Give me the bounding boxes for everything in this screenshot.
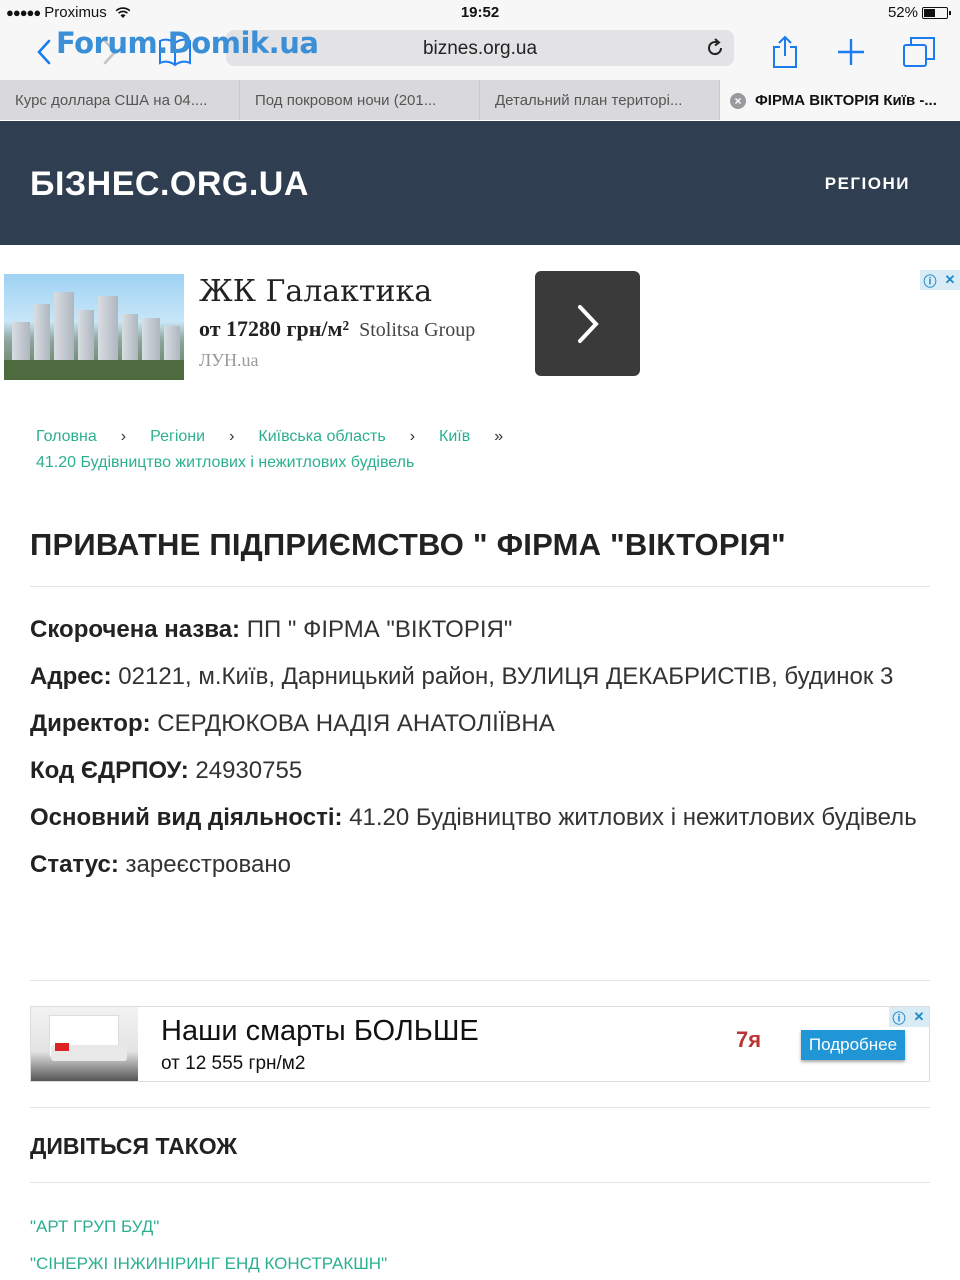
- breadcrumb-separator: ›: [120, 428, 127, 445]
- page-title: ПРИВАТНЕ ПІДПРИЄМСТВО " ФІРМА "ВІКТОРІЯ": [30, 527, 786, 562]
- see-also-link[interactable]: "АРТ ГРУП БУД": [30, 1208, 387, 1245]
- ad-banner-top[interactable]: ЖК Галактика от 17280 грн/м² Stolitsa Gro…: [0, 266, 960, 386]
- field-activity: Основний вид діяльності: 41.20 Будівницт…: [30, 800, 930, 835]
- tab-strip: Курс доллара США на 04.... Под покровом …: [0, 80, 960, 120]
- plus-icon: [838, 39, 864, 65]
- info-icon[interactable]: ⓘ: [920, 270, 940, 290]
- tab-title: Под покровом ночи (201...: [255, 92, 437, 109]
- breadcrumb-separator: ›: [229, 428, 235, 445]
- see-also-title: ДИВІТЬСЯ ТАКОЖ: [30, 1133, 238, 1159]
- divider: [30, 980, 930, 981]
- field-director: Директор: СЕРДЮКОВА НАДІЯ АНАТОЛІЇВНА: [30, 706, 930, 741]
- breadcrumb: Головна › Регіони › Київська область › К…: [36, 424, 916, 476]
- site-header: БІЗНЕС.ORG.UA РЕГІОНИ: [0, 121, 960, 245]
- field-value: 24930755: [195, 757, 303, 784]
- breadcrumb-current[interactable]: 41.20 Будівництво житлових і нежитлових …: [36, 450, 916, 476]
- close-icon[interactable]: ✕: [909, 1007, 929, 1027]
- tab-2[interactable]: Детальний план територі...: [480, 80, 720, 120]
- tab-title: Детальний план територі...: [495, 92, 683, 109]
- tab-0[interactable]: Курс доллара США на 04....: [0, 80, 240, 120]
- breadcrumb-home[interactable]: Головна: [36, 424, 97, 450]
- share-icon: [773, 35, 797, 68]
- ad-source: ЛУН.ua: [199, 350, 259, 370]
- site-logo[interactable]: БІЗНЕС.ORG.UA: [30, 165, 309, 204]
- ad-choices[interactable]: ⓘ ✕: [920, 270, 960, 290]
- field-value: 02121, м.Київ, Дарницький район, ВУЛИЦЯ …: [118, 663, 894, 690]
- chevron-left-icon: [37, 39, 51, 65]
- status-bar: ●●●●● Proximus 19:52 52%: [0, 0, 960, 26]
- chevron-right-icon: [577, 304, 599, 343]
- field-value: 41.20 Будівництво житлових і нежитлових …: [349, 804, 917, 831]
- status-right: 52%: [887, 4, 951, 21]
- close-icon[interactable]: ×: [730, 93, 746, 109]
- new-tab-button[interactable]: [831, 32, 871, 72]
- ad-logo: 7я: [736, 1027, 762, 1052]
- battery-percent: 52%: [887, 4, 918, 21]
- info-icon[interactable]: ⓘ: [889, 1007, 909, 1027]
- nav-regions-link[interactable]: РЕГІОНИ: [825, 174, 910, 194]
- watermark-logo: Forum.Domik.ua: [56, 26, 319, 60]
- field-value: СЕРДЮКОВА НАДІЯ АНАТОЛІЇВНА: [157, 710, 555, 737]
- tab-title: Курс доллара США на 04....: [15, 92, 208, 109]
- battery-level-fill: [924, 8, 935, 17]
- ad-price: от 17280 грн/м²: [199, 316, 350, 341]
- ad-image: [4, 274, 184, 380]
- field-label: Скорочена назва:: [30, 616, 241, 643]
- breadcrumb-city[interactable]: Київ: [439, 424, 470, 450]
- breadcrumb-separator: ›: [409, 428, 416, 445]
- battery-icon: [922, 6, 951, 19]
- divider: [30, 586, 930, 587]
- ad-banner-bottom[interactable]: Наши смарты БОЛЬШЕ от 12 555 грн/м2 7я П…: [30, 1006, 930, 1082]
- field-value: зареєстровано: [125, 851, 291, 878]
- see-also-list: "АРТ ГРУП БУД" "СІНЕРЖІ ІНЖИНІРИНГ ЕНД К…: [30, 1208, 387, 1280]
- ad-subtitle: от 12 555 грн/м2: [161, 1053, 306, 1074]
- ad-title: ЖК Галактика: [199, 274, 433, 309]
- field-value: ПП " ФІРМА "ВІКТОРІЯ": [246, 616, 513, 643]
- ad-choices[interactable]: ⓘ ✕: [889, 1007, 929, 1027]
- share-button[interactable]: [765, 32, 805, 72]
- field-label: Директор:: [30, 710, 151, 737]
- company-details: Скорочена назва: ПП " ФІРМА "ВІКТОРІЯ" А…: [30, 612, 930, 894]
- breadcrumb-oblast[interactable]: Київська область: [258, 424, 385, 450]
- field-short-name: Скорочена назва: ПП " ФІРМА "ВІКТОРІЯ": [30, 612, 930, 647]
- divider: [30, 1107, 930, 1108]
- breadcrumb-regions[interactable]: Регіони: [150, 424, 205, 450]
- field-label: Основний вид діяльності:: [30, 804, 343, 831]
- field-status: Статус: зареєстровано: [30, 847, 930, 882]
- ad-details-button[interactable]: Подробнее: [801, 1030, 905, 1060]
- field-label: Код ЄДРПОУ:: [30, 757, 189, 784]
- field-label: Адрес:: [30, 663, 112, 690]
- reload-icon[interactable]: [704, 37, 726, 59]
- field-edrpou: Код ЄДРПОУ: 24930755: [30, 753, 930, 788]
- tabs-icon: [903, 37, 935, 67]
- clock: 19:52: [460, 4, 500, 21]
- tabs-overview-button[interactable]: [899, 32, 939, 72]
- field-label: Статус:: [30, 851, 119, 878]
- breadcrumb-separator: »: [494, 428, 504, 445]
- ad-subtitle: от 17280 грн/м² Stolitsa Group: [199, 316, 475, 342]
- see-also-link[interactable]: "СІНЕРЖІ ІНЖИНІРИНГ ЕНД КОНСТРАКШН": [30, 1245, 387, 1280]
- tab-title: ФІРМА ВІКТОРІЯ Київ -...: [755, 92, 937, 109]
- ad-brand: Stolitsa Group: [359, 319, 476, 341]
- tab-active[interactable]: × ФІРМА ВІКТОРІЯ Київ -...: [720, 80, 960, 120]
- field-address: Адрес: 02121, м.Київ, Дарницький район, …: [30, 659, 930, 694]
- divider: [30, 1182, 930, 1183]
- ad-image: [31, 1007, 138, 1081]
- close-icon[interactable]: ✕: [940, 270, 960, 290]
- ad-arrow-button[interactable]: [535, 271, 640, 376]
- ad-title: Наши смарты БОЛЬШЕ: [161, 1015, 479, 1047]
- tab-1[interactable]: Под покровом ночи (201...: [240, 80, 480, 120]
